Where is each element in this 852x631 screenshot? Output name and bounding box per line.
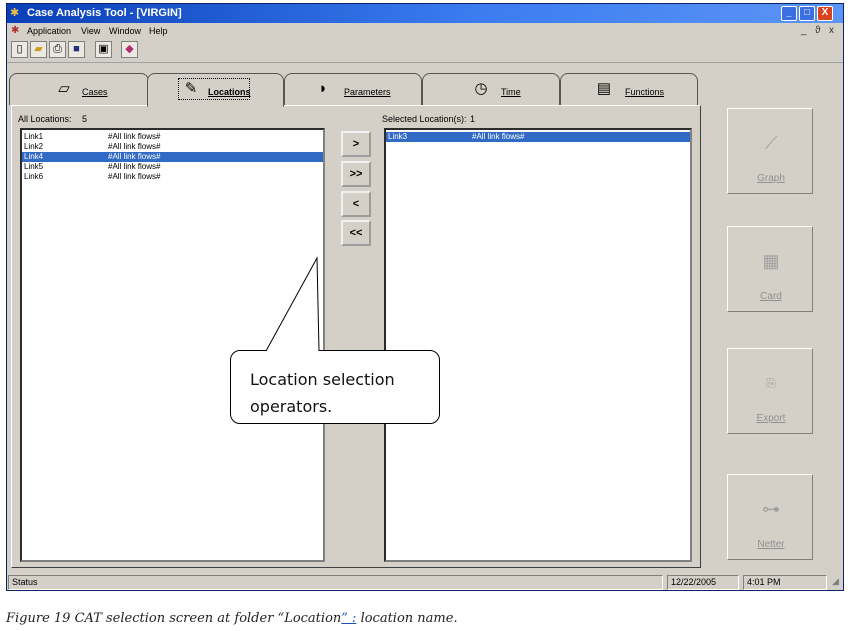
app-window: ✱ Case Analysis Tool - [VIRGIN] _ □ X ✱ … <box>6 3 844 591</box>
export-button-label: Export <box>756 413 786 424</box>
tab-cases-label: Cases <box>82 87 108 97</box>
remove-all-button[interactable]: << <box>341 220 371 246</box>
export-button[interactable]: ⎘ Export <box>727 348 813 434</box>
status-bar: Status 12/22/2005 4:01 PM ◢ <box>7 575 843 590</box>
open-folder-icon[interactable]: ▰ <box>30 41 47 58</box>
document-icon[interactable]: ✱ <box>11 25 19 37</box>
tab-locations-label: Locations <box>208 87 251 97</box>
tab-time-label: Time <box>501 87 521 97</box>
tab-cases[interactable]: ▱ Cases <box>9 73 149 105</box>
list-item[interactable]: Link6 #All link flows# <box>22 172 323 182</box>
window-title: Case Analysis Tool - [VIRGIN] <box>27 7 182 19</box>
list-item[interactable]: Link2 #All link flows# <box>22 142 323 152</box>
card-icon: ▦ <box>762 251 780 271</box>
add-all-button[interactable]: >> <box>341 161 371 187</box>
folder-icon: ▱ <box>58 80 70 97</box>
menu-help[interactable]: Help <box>149 26 168 37</box>
netter-button-label: Netter <box>757 539 785 550</box>
list-item[interactable]: Link1 #All link flows# <box>22 132 323 142</box>
tab-functions-label: Functions <box>625 87 665 97</box>
menu-window[interactable]: Window <box>109 26 141 37</box>
properties-icon[interactable]: ▣ <box>95 41 112 58</box>
save-icon[interactable]: ■ <box>68 41 85 58</box>
all-locations-label: All Locations: <box>18 114 72 124</box>
print-icon[interactable]: ⎙ <box>49 41 66 58</box>
mdi-minimize-button[interactable]: _ <box>801 25 807 37</box>
close-button[interactable]: X <box>817 6 833 21</box>
export-icon: ⎘ <box>766 376 776 390</box>
callout-text: Location selection operators. <box>250 370 395 416</box>
network-icon: ⊶ <box>762 499 780 519</box>
tab-parameters[interactable]: ◗ Parameters <box>284 73 422 105</box>
app-icon: ✱ <box>10 7 20 19</box>
function-sheet-icon: ▤ <box>596 80 612 97</box>
card-button-label: Card <box>760 291 782 302</box>
caption-suffix: location name. <box>356 611 458 626</box>
mdi-close-button[interactable]: x <box>829 25 834 37</box>
tab-locations[interactable]: ✎ Locations <box>147 73 284 107</box>
card-button[interactable]: ▦ Card <box>727 226 813 312</box>
eraser-icon[interactable]: ◆ <box>121 41 138 58</box>
resize-grip-icon[interactable]: ◢ <box>829 575 842 590</box>
status-text: Status <box>8 575 663 590</box>
add-selected-button[interactable]: > <box>341 131 371 157</box>
all-locations-count: 5 <box>82 114 88 124</box>
list-item-selected[interactable]: Link4 #All link flows# <box>22 152 323 162</box>
status-date: 12/22/2005 <box>667 575 739 590</box>
tab-strip: ▱ Cases ✎ Locations ◗ Parameters ◷ Time … <box>7 73 707 107</box>
toolbar: ▯ ▰ ⎙ ■ ▣ ◆ <box>7 39 843 63</box>
sound-icon: ◗ <box>318 80 328 97</box>
maximize-button[interactable]: □ <box>799 6 815 21</box>
all-locations-list[interactable]: Link1 #All link flows# Link2 #All link f… <box>20 128 325 562</box>
selected-locations-count: 1 <box>470 114 476 124</box>
graph-icon: ⟋ <box>764 133 778 153</box>
selected-locations-label: Selected Location(s): <box>382 114 467 124</box>
menu-application[interactable]: Application <box>27 26 71 37</box>
caption-link[interactable]: ” : <box>341 611 356 626</box>
status-time: 4:01 PM <box>743 575 827 590</box>
list-item[interactable]: Link5 #All link flows# <box>22 162 323 172</box>
mdi-restore-button[interactable]: ϑ <box>815 25 820 37</box>
clock-icon: ◷ <box>474 80 488 97</box>
caption-prefix: Figure 19 CAT selection screen at folder… <box>6 611 342 626</box>
locations-panel: All Locations: 5 Link1 #All link flows# … <box>11 105 701 568</box>
annotation-callout: Location selection operators. <box>230 350 440 424</box>
new-document-icon[interactable]: ▯ <box>11 41 28 58</box>
graph-button[interactable]: ⟋ Graph <box>727 108 813 194</box>
list-item-selected[interactable]: Link3 #All link flows# <box>386 132 690 142</box>
menu-bar: ✱ Application View Window Help _ ϑ x <box>7 23 843 39</box>
tab-time[interactable]: ◷ Time <box>422 73 560 105</box>
remove-selected-button[interactable]: < <box>341 191 371 217</box>
menu-view[interactable]: View <box>81 26 100 37</box>
tab-parameters-label: Parameters <box>344 87 391 97</box>
netter-button[interactable]: ⊶ Netter <box>727 474 813 560</box>
selected-locations-list[interactable]: Link3 #All link flows# <box>384 128 692 562</box>
graph-button-label: Graph <box>757 173 785 184</box>
tab-functions[interactable]: ▤ Functions <box>560 73 698 105</box>
figure-caption: Figure 19 CAT selection screen at folder… <box>6 610 458 627</box>
map-icon: ✎ <box>184 80 198 97</box>
title-bar[interactable]: ✱ Case Analysis Tool - [VIRGIN] _ □ X <box>7 4 843 23</box>
minimize-button[interactable]: _ <box>781 6 797 21</box>
